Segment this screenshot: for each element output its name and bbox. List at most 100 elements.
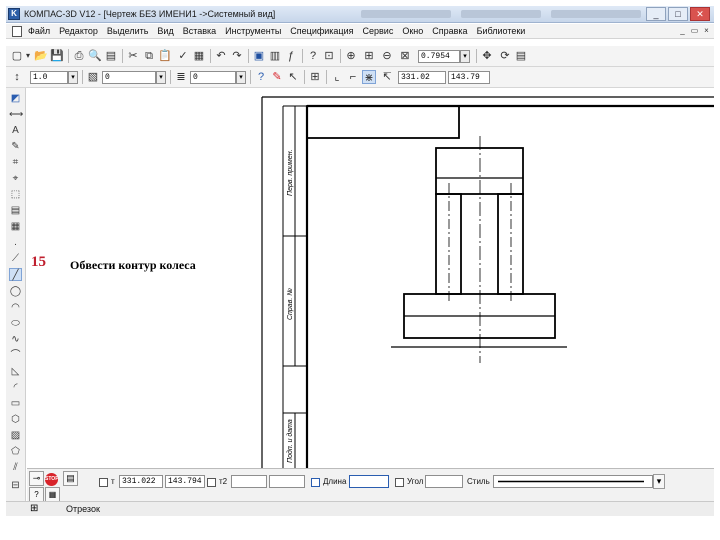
redo-icon[interactable]: ↷ [230, 49, 244, 63]
paste-icon[interactable]: 📋 [158, 49, 172, 63]
menu-item[interactable]: Библиотеки [477, 26, 526, 36]
reports-icon[interactable]: ▦ [9, 220, 22, 233]
point2-y-input[interactable] [269, 475, 305, 488]
cut-icon[interactable]: ✂ [126, 49, 140, 63]
new-dropdown-icon[interactable]: ▾ [24, 49, 32, 63]
contour-icon[interactable]: ⬠ [9, 445, 22, 458]
print-icon[interactable]: ⎙ [72, 49, 86, 63]
pan-icon[interactable]: ✥ [480, 49, 494, 63]
layer-dropdown[interactable]: ▾ [156, 71, 166, 84]
auto-create-icon[interactable]: ▤ [63, 471, 78, 486]
drawing-canvas[interactable]: Перв. примен. Справ. № Подп. и дата 15 О… [27, 88, 714, 468]
zoom-window-icon[interactable]: ⊞ [362, 49, 376, 63]
check-icon[interactable]: ✓ [176, 49, 190, 63]
length-lock-checkbox[interactable] [311, 478, 320, 487]
grid-icon[interactable]: ▦ [192, 49, 206, 63]
spec-icon[interactable]: ▤ [9, 204, 22, 217]
measure-icon[interactable]: ⊡ [322, 49, 336, 63]
menu-item[interactable]: Окно [402, 26, 423, 36]
hatch-icon[interactable]: ▨ [9, 429, 22, 442]
point2-lock-checkbox[interactable] [207, 478, 216, 487]
menu-item[interactable]: Файл [28, 26, 50, 36]
mdi-minimize-button[interactable]: _ [678, 26, 687, 35]
save-icon[interactable]: 💾 [50, 49, 64, 63]
zoom-out-icon[interactable]: ⊖ [380, 49, 394, 63]
menu-item[interactable]: Вставка [183, 26, 216, 36]
cursor-y-field[interactable]: 143.79 [448, 71, 490, 84]
tree-icon[interactable]: ⊞ [30, 503, 38, 514]
point1-lock-checkbox[interactable] [99, 478, 108, 487]
grid-toggle-icon[interactable]: ⊞ [308, 70, 322, 84]
stop-icon[interactable]: STOP [45, 473, 59, 486]
line-scale-input[interactable]: 1.0 [30, 71, 68, 84]
menu-item[interactable]: Инструменты [225, 26, 281, 36]
edit-icon[interactable]: ✎ [9, 140, 22, 153]
zoom-in-icon[interactable]: ⊕ [344, 49, 358, 63]
dimensions-icon[interactable]: ⟷ [9, 108, 23, 121]
zoom-all-icon[interactable]: ⊠ [398, 49, 412, 63]
refresh-icon[interactable]: ⟳ [498, 49, 512, 63]
menu-item[interactable]: Спецификация [290, 26, 353, 36]
parameters-icon[interactable]: ▦ [45, 487, 60, 502]
ellipse-icon[interactable]: ⬭ [9, 317, 22, 330]
ortho-icon[interactable]: ⌞ [330, 70, 344, 84]
polyline-icon[interactable]: ⌒ [9, 349, 22, 362]
point1-y-input[interactable]: 143.794 [165, 475, 205, 488]
arc-icon[interactable]: ◠ [9, 301, 22, 314]
line-style-dropdown[interactable]: ▾ [653, 474, 665, 489]
menu-item[interactable]: Выделить [107, 26, 149, 36]
help-icon[interactable]: ? [254, 70, 268, 84]
library-icon[interactable]: ▥ [268, 49, 282, 63]
cursor-icon[interactable]: ↖ [286, 70, 300, 84]
manager-icon[interactable]: ▣ [252, 49, 266, 63]
fillet-icon[interactable]: ◜ [9, 381, 22, 394]
parametrization-icon[interactable]: ⌗ [9, 156, 22, 169]
help-small-icon[interactable]: ? [29, 487, 44, 502]
mdi-close-button[interactable]: × [702, 26, 711, 35]
layers-icon[interactable]: ▤ [514, 49, 528, 63]
mdi-restore-button[interactable]: ▭ [690, 26, 699, 35]
chamfer-icon[interactable]: ◺ [9, 365, 22, 378]
pin-icon[interactable]: ⊸ [29, 471, 44, 486]
menu-item[interactable]: Сервис [363, 26, 394, 36]
equidistant-icon[interactable]: ⫽ [9, 461, 22, 474]
layer-input[interactable]: 0 [102, 71, 156, 84]
local-cs-icon[interactable]: ⌐ [346, 70, 360, 84]
menu-item[interactable]: Вид [157, 26, 173, 36]
point2-x-input[interactable] [231, 475, 267, 488]
point-icon[interactable]: · [9, 238, 22, 251]
properties-icon[interactable]: ▤ [104, 49, 118, 63]
measure-tool-icon[interactable]: ⌖ [9, 172, 22, 185]
zoom-dropdown[interactable]: ▾ [460, 50, 470, 63]
line-scale-dropdown[interactable]: ▾ [68, 71, 78, 84]
close-button[interactable]: ✕ [690, 7, 710, 21]
polygon-icon[interactable]: ⬡ [9, 413, 22, 426]
segment-icon[interactable]: ╱ [9, 268, 22, 281]
new-document-icon[interactable]: ▢ [10, 49, 24, 63]
menu-item[interactable]: Редактор [59, 26, 98, 36]
snap-icon[interactable]: ✎ [270, 70, 284, 84]
print-preview-icon[interactable]: 🔍 [88, 49, 102, 63]
style-dropdown[interactable]: ▾ [236, 71, 246, 84]
circle-icon[interactable]: ◯ [9, 285, 22, 298]
line-style-select[interactable] [493, 475, 653, 488]
geometry-icon[interactable]: ◩ [9, 92, 22, 105]
length-input[interactable] [349, 475, 389, 488]
menu-item[interactable]: Справка [432, 26, 467, 36]
select-tool-icon[interactable]: ⬚ [9, 188, 22, 201]
point1-x-input[interactable]: 331.022 [119, 475, 163, 488]
rectangle-icon[interactable]: ▭ [9, 397, 22, 410]
cursor-x-field[interactable]: 331.02 [398, 71, 446, 84]
help-pointer-icon[interactable]: ? [306, 49, 320, 63]
formula-icon[interactable]: ƒ [284, 49, 298, 63]
collection-icon[interactable]: ⊟ [9, 479, 22, 492]
notation-icon[interactable]: A [9, 124, 22, 137]
zoom-input[interactable]: 0.7954 [418, 50, 460, 63]
snaps-icon[interactable]: ⋇ [362, 70, 376, 84]
aux-line-icon[interactable]: ⟋ [9, 252, 22, 265]
style-input[interactable]: 0 [190, 71, 236, 84]
undo-icon[interactable]: ↶ [214, 49, 228, 63]
angle-lock-checkbox[interactable] [395, 478, 404, 487]
open-file-icon[interactable]: 📂 [34, 49, 48, 63]
angle-input[interactable] [425, 475, 463, 488]
